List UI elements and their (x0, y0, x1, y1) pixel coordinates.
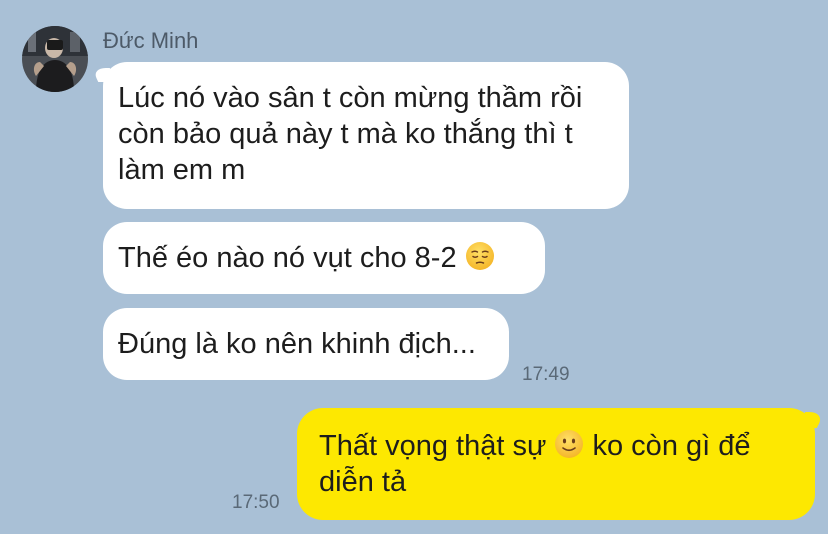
slightly-smiling-face-icon (555, 430, 584, 458)
avatar[interactable] (22, 26, 88, 92)
message-text: Đúng là ko nên khinh địch... (118, 328, 476, 360)
bubble-tail (91, 68, 117, 82)
timestamp: 17:49 (522, 364, 570, 385)
message-line: Lúc nó vào sân t còn mừng thầm rồi (118, 82, 583, 114)
bubble-tail (796, 412, 826, 428)
timestamp: 17:50 (232, 492, 280, 513)
pensive-face-icon (465, 242, 494, 270)
profile-photo-icon (22, 26, 88, 92)
message-text: Thế éo nào nó vụt cho 8-2 (118, 242, 457, 274)
message-text: ko còn gì để (592, 430, 751, 462)
message-line: diễn tả (319, 466, 407, 498)
message-line: Thất vọng thật sự ko còn gì để (319, 428, 795, 464)
incoming-message-2[interactable]: Thế éo nào nó vụt cho 8-2 (103, 222, 545, 294)
outgoing-message[interactable]: Thất vọng thật sự ko còn gì để diễn tả (297, 408, 826, 520)
message-line: còn bảo quả này t mà ko thắng thì t (118, 118, 573, 150)
incoming-message-3[interactable]: Đúng là ko nên khinh địch... (103, 308, 509, 380)
message-line: làm em m (118, 154, 246, 186)
message-text: Thất vọng thật sự (319, 430, 547, 462)
incoming-message-1[interactable]: Lúc nó vào sân t còn mừng thầm rồi còn b… (91, 62, 629, 209)
sender-name: Đức Minh (103, 28, 199, 53)
